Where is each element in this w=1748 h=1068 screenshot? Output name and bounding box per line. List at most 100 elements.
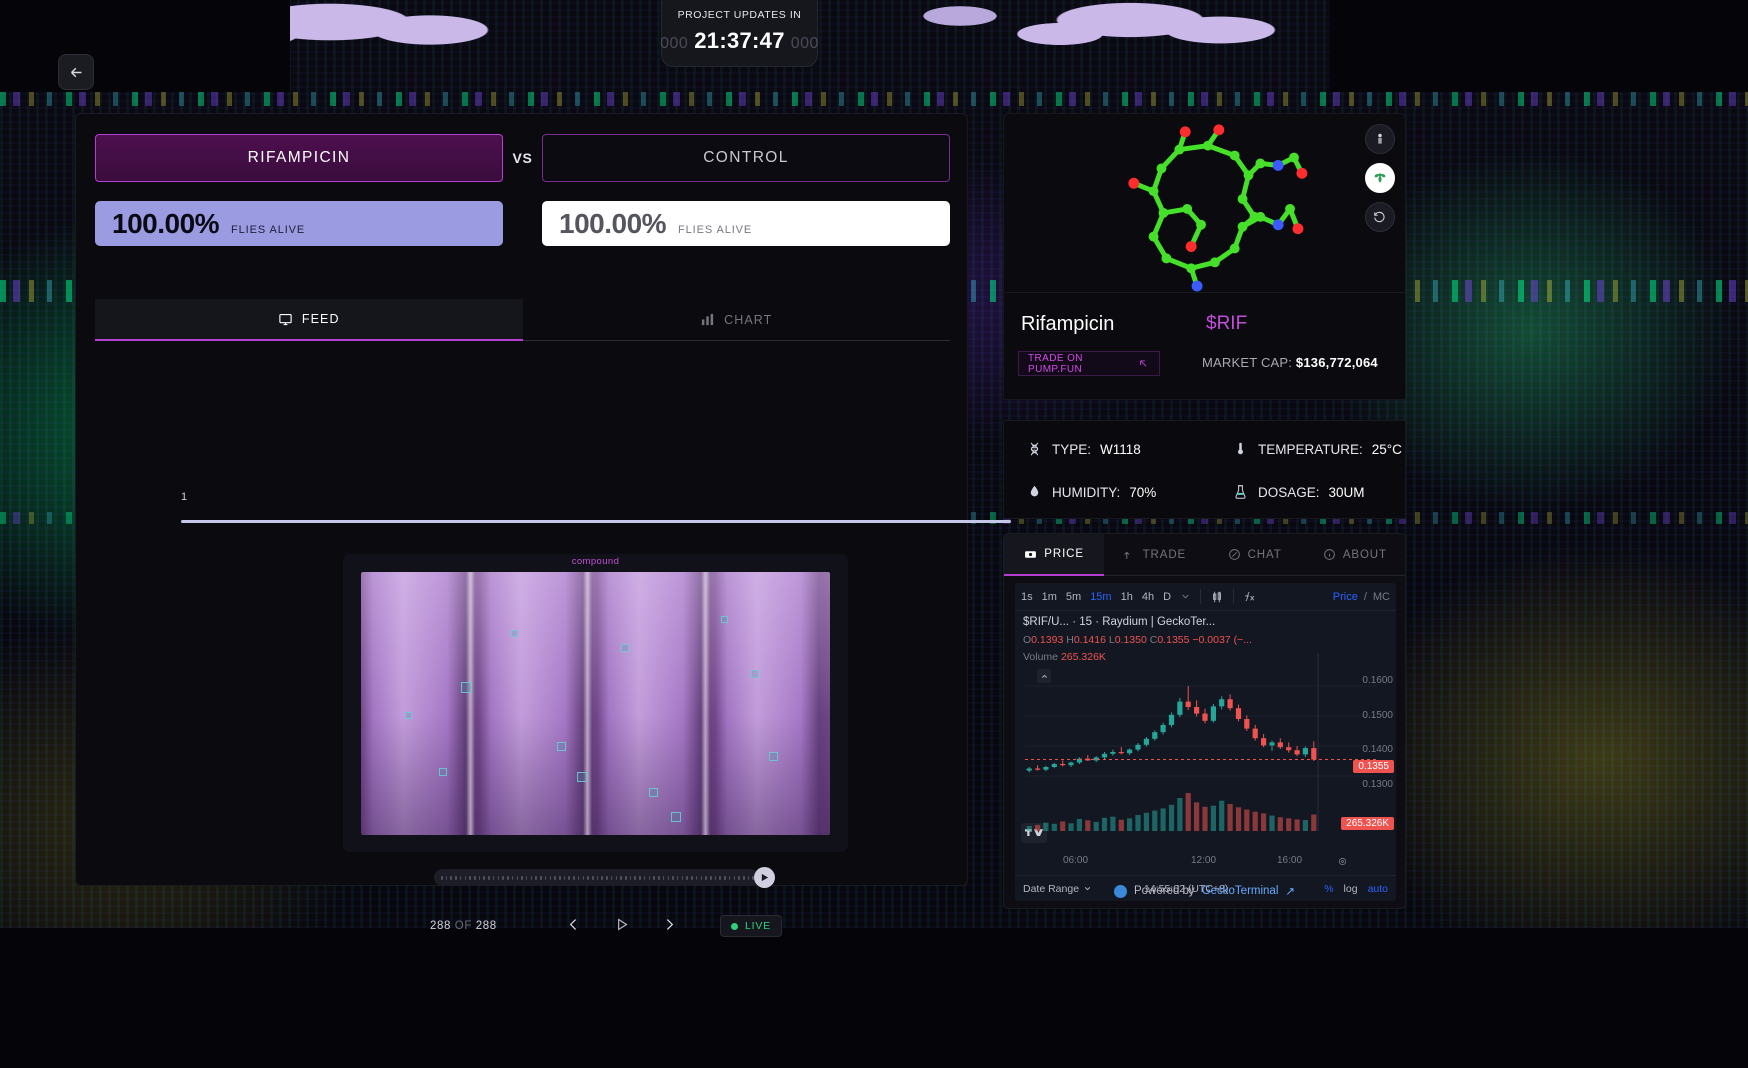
pager: 288 OF 288 LIVE: [95, 909, 950, 949]
price-tick-2: 0.1400: [1362, 744, 1393, 755]
control-stat-card: 100.00% FLIES ALIVE: [542, 201, 950, 246]
volume-label: Volume: [1023, 651, 1058, 663]
tab-chat[interactable]: CHAT: [1205, 534, 1305, 576]
reset-icon-button[interactable]: [1365, 202, 1395, 232]
countdown-banner: PROJECT UPDATES IN 000 21:37:47 000: [661, 0, 818, 67]
pager-controls: [560, 911, 682, 937]
fly-icon-button[interactable]: [1365, 163, 1395, 193]
prev-frame-button[interactable]: [560, 911, 586, 937]
param-dosage: DOSAGE: 30UM: [1232, 482, 1365, 502]
droplet-icon: [1026, 482, 1043, 502]
ohlc-h-label: H: [1066, 634, 1074, 646]
scale-mc-label[interactable]: MC: [1373, 591, 1390, 603]
gecko-logo-icon: [1114, 885, 1127, 898]
toolbar-divider-1: [1200, 589, 1201, 604]
feed-video[interactable]: [361, 572, 830, 835]
tab-price-label: PRICE: [1044, 548, 1084, 560]
param-type: TYPE: W1118: [1026, 439, 1141, 459]
price-tabs: PRICE TRADE CHAT ABOUT: [1004, 534, 1405, 576]
chevron-down-icon[interactable]: [1180, 591, 1191, 602]
timeframe-15m[interactable]: 15m: [1090, 591, 1111, 603]
treatment-tab[interactable]: RIFAMPICIN: [95, 134, 503, 182]
price-tick-3: 0.1300: [1362, 779, 1393, 790]
scale-price-label[interactable]: Price: [1333, 591, 1358, 603]
tab-chart[interactable]: CHART: [523, 299, 951, 341]
timeframe-5m[interactable]: 5m: [1066, 591, 1081, 603]
experiment-params: TYPE: W1118 TEMPERATURE: 25°C HUMIDITY: …: [1003, 420, 1406, 519]
time-tick-2: 16:00: [1277, 855, 1302, 866]
tab-trade[interactable]: TRADE: [1104, 534, 1204, 576]
molecule-viewer[interactable]: [1003, 113, 1406, 293]
tab-feed[interactable]: FEED: [95, 299, 523, 341]
param-temperature: TEMPERATURE: 25°C: [1232, 439, 1402, 459]
param-temperature-value: 25°C: [1372, 442, 1402, 457]
ohlc-l: 0.1350: [1115, 634, 1147, 646]
market-cap-label: MARKET CAP:: [1202, 355, 1292, 370]
powered-by-geckoterminal[interactable]: Powered by GeckoTerminal ↗: [1004, 880, 1405, 902]
geckoterminal-link[interactable]: GeckoTerminal: [1202, 885, 1279, 897]
chart-ohlc: O0.1393 H0.1416 L0.1350 C0.1355 −0.0037 …: [1023, 634, 1252, 646]
back-button[interactable]: [58, 54, 94, 90]
timeline-track[interactable]: [181, 520, 1011, 523]
param-dosage-value: 30UM: [1329, 485, 1365, 500]
toolbar-divider-2: [1233, 589, 1234, 604]
next-frame-button[interactable]: [656, 911, 682, 937]
chevron-up-icon: [1040, 672, 1049, 681]
tab-trade-label: TRADE: [1143, 549, 1186, 561]
tradingview-chart[interactable]: 1s 1m 5m 15m 1h 4h D Price /: [1015, 583, 1396, 901]
timeframe-1s[interactable]: 1s: [1021, 591, 1033, 603]
price-panel: PRICE TRADE CHAT ABOUT: [1003, 533, 1406, 909]
countdown-row: 000 21:37:47 000: [672, 28, 807, 54]
countdown-label: PROJECT UPDATES IN: [672, 9, 807, 21]
timeframe-1m[interactable]: 1m: [1042, 591, 1057, 603]
param-type-value: W1118: [1100, 442, 1141, 457]
trade-on-pumpfun-label: TRADE ON PUMP.FUN: [1028, 353, 1137, 375]
fx-icon[interactable]: [1243, 590, 1256, 603]
dots-play-button[interactable]: [754, 867, 775, 888]
molecule-controls: [1365, 124, 1395, 232]
pager-count: 288 OF 288: [430, 920, 497, 932]
frame-dots[interactable]: [434, 869, 759, 886]
chevron-right-icon: [661, 916, 678, 933]
tab-price[interactable]: PRICE: [1004, 534, 1104, 576]
param-dosage-key: DOSAGE:: [1258, 485, 1320, 500]
tradingview-logo[interactable]: [1021, 823, 1047, 843]
tv-logo-icon: [1025, 827, 1043, 839]
powered-by-label: Powered by: [1134, 885, 1195, 897]
param-humidity-value: 70%: [1129, 485, 1156, 500]
experiment-panel: RIFAMPICIN VS CONTROL 100.00% FLIES ALIV…: [75, 113, 968, 886]
chart-collapse-button[interactable]: [1037, 669, 1051, 683]
control-tab[interactable]: CONTROL: [542, 134, 950, 182]
tab-about[interactable]: ABOUT: [1305, 534, 1405, 576]
bar-chart-icon: [700, 312, 715, 327]
live-badge[interactable]: LIVE: [720, 915, 782, 937]
rotate-icon: [1373, 132, 1387, 146]
app-root: PROJECT UPDATES IN 000 21:37:47 000 RIFA…: [0, 0, 1748, 1068]
candlestick-icon[interactable]: [1210, 590, 1224, 604]
trade-icon: [1123, 548, 1136, 561]
tab-about-label: ABOUT: [1343, 549, 1387, 561]
ohlc-o-label: O: [1023, 634, 1031, 646]
trade-on-pumpfun-button[interactable]: TRADE ON PUMP.FUN: [1018, 351, 1160, 376]
stats-row: 100.00% FLIES ALIVE 100.00% FLIES ALIVE: [95, 201, 950, 246]
token-card: Rifampicin $RIF TRADE ON PUMP.FUN MARKET…: [1003, 293, 1406, 400]
timeframe-1h[interactable]: 1h: [1121, 591, 1133, 603]
rotate-icon-button[interactable]: [1365, 124, 1395, 154]
tab-chart-label: CHART: [724, 313, 772, 327]
chevron-left-icon: [565, 916, 582, 933]
bg-strip-top: [0, 92, 1748, 106]
timeframe-d[interactable]: D: [1163, 591, 1171, 603]
price-tick-1: 0.1500: [1362, 710, 1393, 721]
play-frames-button[interactable]: [608, 911, 634, 937]
live-label: LIVE: [745, 920, 771, 932]
scale-separator: /: [1364, 591, 1367, 603]
video-compound-tag: compound: [343, 556, 848, 567]
frame-index: 1: [181, 491, 187, 503]
volume-value: 265.326K: [1061, 651, 1106, 663]
param-temperature-key: TEMPERATURE:: [1258, 442, 1363, 457]
timeframe-4h[interactable]: 4h: [1142, 591, 1154, 603]
market-cap: MARKET CAP: $136,772,064: [1202, 355, 1378, 370]
pager-current: 288: [430, 920, 451, 932]
crosshair-icon[interactable]: [1337, 856, 1348, 867]
chart-toolbar: 1s 1m 5m 15m 1h 4h D Price /: [1015, 583, 1396, 611]
